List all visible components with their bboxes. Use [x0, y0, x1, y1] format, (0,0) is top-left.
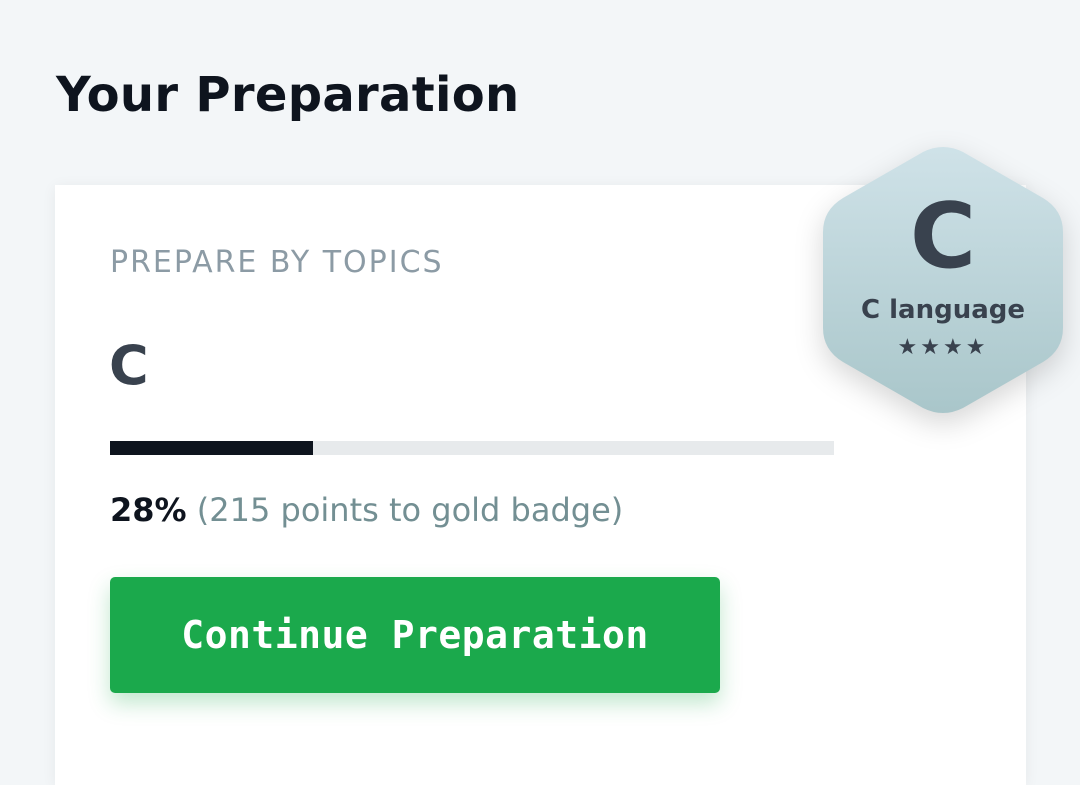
badge-letter: C: [909, 184, 977, 289]
c-language-badge[interactable]: C C language ★★★★: [818, 140, 1068, 420]
continue-preparation-button[interactable]: Continue Preparation: [110, 577, 720, 693]
progress-note: (215 points to gold badge): [196, 491, 624, 529]
progress-percent: 28%: [110, 491, 187, 529]
section-title: Your Preparation: [56, 67, 520, 123]
progress-bar-fill: [110, 441, 313, 455]
progress-summary: 28% (215 points to gold badge): [110, 488, 623, 532]
badge-stars: ★★★★: [897, 335, 989, 360]
topic-title[interactable]: C: [109, 331, 149, 401]
progress-bar: [110, 441, 834, 455]
card-eyebrow: PREPARE BY TOPICS: [110, 245, 444, 280]
badge-name: C language: [860, 295, 1025, 325]
